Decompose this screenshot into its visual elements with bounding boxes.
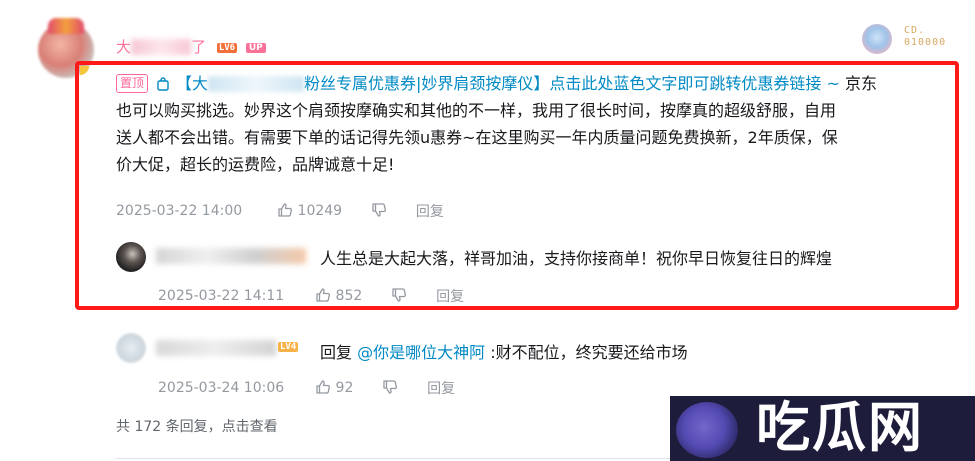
comment-reply-button[interactable]: 回复 [416, 204, 444, 220]
reply-text: 回复 @你是哪位大神阿 :财不配位，终究要还给市场 [320, 339, 688, 363]
reply-username-blurred[interactable] [156, 340, 276, 356]
dislike-icon[interactable] [371, 202, 387, 218]
commenter-username[interactable]: 大 了 LV6 UP [116, 36, 266, 57]
reply-username-blurred[interactable] [156, 248, 306, 264]
like-icon[interactable] [315, 287, 331, 303]
up-badge: UP [245, 43, 266, 53]
reply-button[interactable]: 回复 [427, 381, 455, 397]
like-icon[interactable] [315, 379, 331, 395]
comment-date: 2025-03-22 14:00 [116, 203, 243, 219]
comment-line-4: 价大促，超长的运费险，品牌诚意十足! [116, 155, 395, 174]
dislike-icon[interactable] [391, 287, 407, 303]
reply-date: 2025-03-24 10:06 [158, 380, 285, 396]
dislike-icon[interactable] [382, 379, 398, 395]
mention-link[interactable]: @你是哪位大神阿 [357, 343, 485, 362]
fan-medal-icon [862, 24, 892, 54]
pinned-tag: 置顶 [116, 74, 149, 93]
like-icon[interactable] [277, 202, 293, 218]
fan-medal-line1: CD. [904, 25, 926, 36]
level-badge: LV6 [216, 43, 238, 53]
coupon-link-blurred [208, 76, 305, 92]
reply-meta: 2025-03-22 14:11 852 回复 [158, 286, 464, 306]
fan-medal-line2: 010000 [904, 37, 947, 48]
reply-avatar[interactable] [116, 333, 146, 363]
shopping-bag-icon [157, 77, 169, 91]
reply-meta: 2025-03-24 10:06 92 回复 [158, 378, 455, 398]
watermark-logo-icon [676, 402, 738, 458]
username-blurred [131, 39, 192, 55]
reply-avatar[interactable] [116, 242, 146, 272]
comment-line-1-tail: 京东 [839, 74, 878, 93]
comment-line-3: 送人都不会出错。有需要下单的话记得先领u惠券~在这里购买一年内质量问题免费换新，… [116, 128, 838, 147]
comment-like-count: 10249 [297, 203, 343, 219]
reply-button[interactable]: 回复 [436, 289, 464, 305]
username-visible: 大 [116, 38, 132, 56]
view-more-replies[interactable]: 共 172 条回复，点击查看 [116, 416, 278, 436]
level-badge: LV4 [278, 342, 299, 352]
coupon-link[interactable]: 【大 粉丝专属优惠券|妙界肩颈按摩仪】点击此处蓝色文字即可跳转优惠券链接 ~ [176, 74, 840, 93]
comment-line-2: 也可以购买挑选。妙界这个肩颈按摩确实和其他的不一样，我用了很长时间，按摩真的超级… [116, 101, 837, 120]
reply-text: 人生总是大起大落，祥哥加油，支持你接商单！祝你早日恢复往日的辉煌 [320, 249, 833, 268]
reply-date: 2025-03-22 14:11 [158, 288, 285, 304]
reply-prefix: 回复 [320, 343, 358, 362]
comment-content: 置顶 【大 粉丝专属优惠券|妙界肩颈按摩仪】点击此处蓝色文字即可跳转优惠券链接 ~ … [116, 70, 975, 178]
avatar-frame [48, 18, 84, 34]
watermark: 吃瓜网 [670, 396, 975, 461]
username-tail: 了 [191, 38, 207, 56]
coupon-link-suffix: 粉丝专属优惠券|妙界肩颈按摩仪】点击此处蓝色文字即可跳转优惠券链接 ~ [304, 74, 840, 93]
reply-body: :财不配位，终究要还给市场 [485, 343, 688, 362]
comment-line-1: 置顶 【大 粉丝专属优惠券|妙界肩颈按摩仪】点击此处蓝色文字即可跳转优惠券链接 ~ … [116, 70, 975, 97]
reply-like-count: 852 [335, 288, 363, 304]
watermark-text: 吃瓜网 [756, 396, 924, 459]
fan-medal-text: CD. 010000 [904, 25, 946, 49]
coupon-link-prefix: 【大 [176, 74, 209, 93]
comment-meta: 2025-03-22 14:00 10249 回复 [116, 201, 444, 221]
reply-like-count: 92 [335, 380, 354, 396]
